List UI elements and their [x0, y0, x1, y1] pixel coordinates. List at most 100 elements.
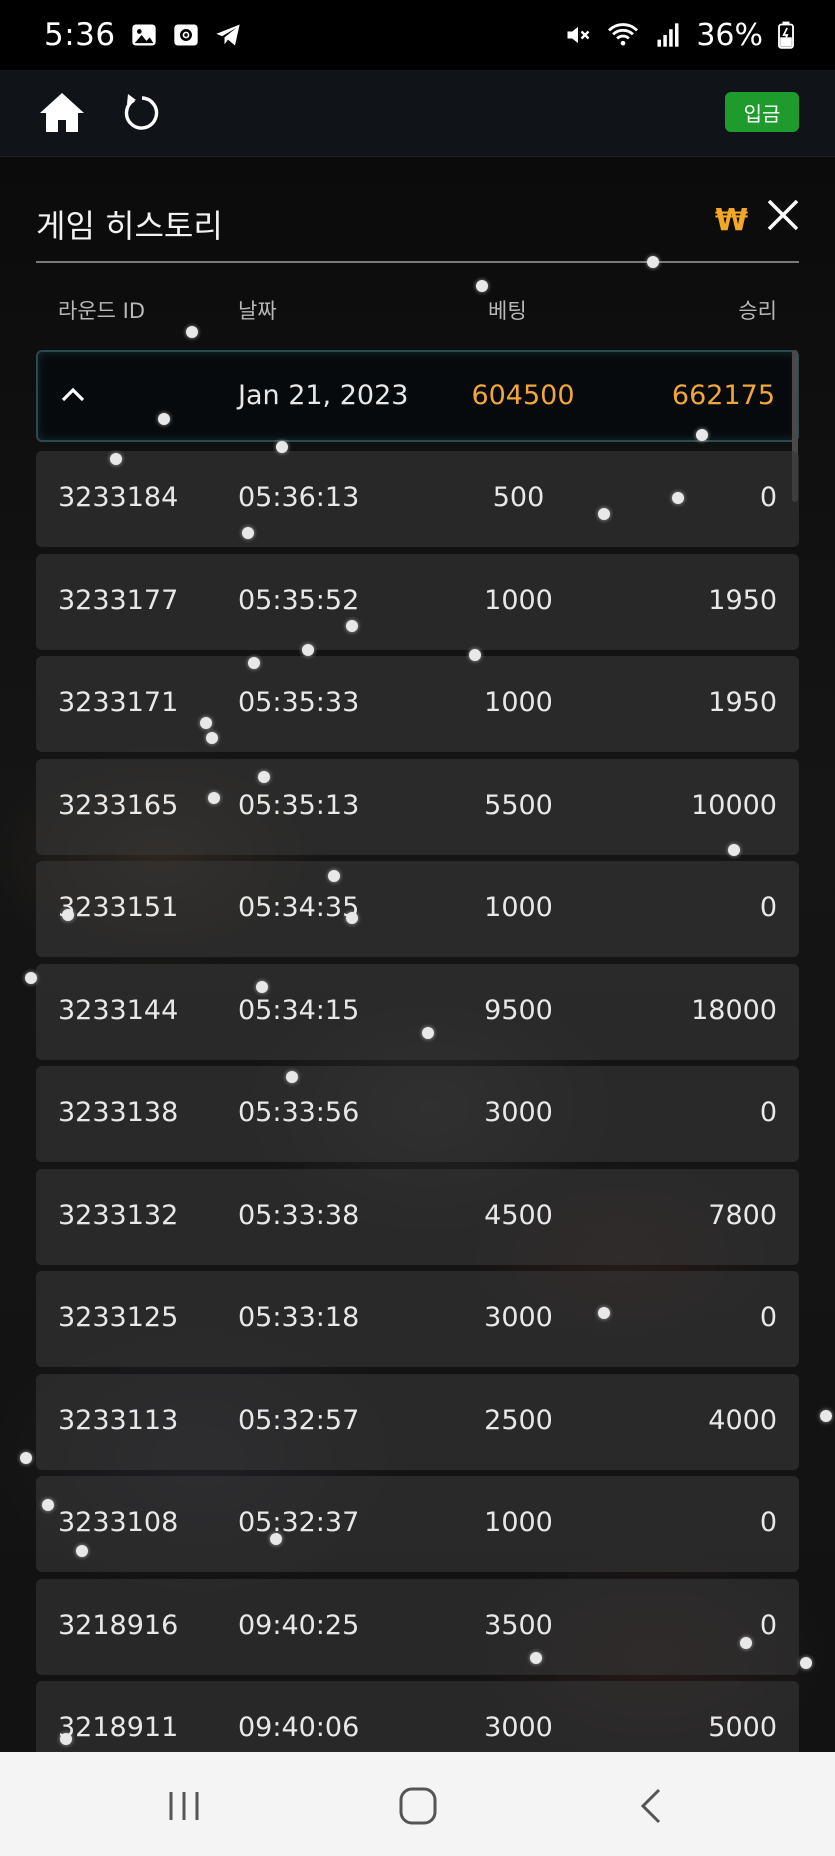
snow-particle [242, 527, 254, 539]
group-bet-total: 604500 [471, 380, 575, 411]
table-row[interactable]: 3233171 05:35:33 1000 1950 [36, 656, 799, 752]
round-bet: 1000 [484, 1507, 553, 1538]
back-icon[interactable] [630, 1784, 674, 1828]
round-id: 3218916 [58, 1609, 179, 1641]
round-bet: 2500 [484, 1404, 553, 1436]
round-time: 05:36:13 [238, 482, 360, 513]
round-id: 3233165 [58, 789, 179, 821]
round-bet: 5500 [484, 789, 553, 821]
snow-particle [672, 492, 684, 504]
snow-particle [728, 844, 740, 856]
snow-particle [110, 453, 122, 465]
table-row[interactable]: 3233151 05:34:35 1000 0 [36, 861, 799, 957]
signal-icon [657, 23, 679, 47]
header-bet: 베팅 [488, 299, 527, 323]
table-row[interactable]: 3233132 05:33:38 4500 7800 [36, 1168, 799, 1265]
recent-apps-icon[interactable] [162, 1784, 206, 1828]
round-time: 05:32:57 [238, 1404, 360, 1436]
snow-particle [302, 644, 314, 656]
round-time: 09:40:06 [238, 1712, 360, 1743]
snow-particle [800, 1657, 812, 1669]
round-bet: 1000 [484, 892, 553, 923]
table-row[interactable]: 3233125 05:33:18 3000 0 [36, 1271, 799, 1367]
round-id: 3233125 [58, 1302, 179, 1333]
snow-particle [256, 981, 268, 993]
close-icon[interactable] [765, 197, 801, 233]
snow-particle [530, 1652, 542, 1664]
telegram-icon [215, 24, 240, 46]
won-currency-icon[interactable]: ₩ [715, 203, 748, 238]
round-time: 05:33:18 [238, 1302, 360, 1333]
round-time: 05:33:56 [238, 1097, 360, 1128]
snow-particle [248, 657, 260, 669]
date-group-row[interactable]: Jan 21, 2023 604500 662175 [36, 350, 799, 442]
title-divider [36, 261, 799, 263]
round-time: 05:34:15 [238, 994, 360, 1026]
round-id: 3233138 [58, 1097, 179, 1128]
snow-particle [76, 1545, 88, 1557]
round-win: 1950 [708, 584, 777, 616]
snow-particle [286, 1071, 298, 1083]
round-id: 3233171 [58, 687, 179, 718]
snow-particle [186, 326, 198, 338]
table-row[interactable]: 3233138 05:33:56 3000 0 [36, 1066, 799, 1162]
round-time: 05:34:35 [238, 892, 360, 923]
snow-particle [598, 508, 610, 520]
table-row[interactable]: 3233177 05:35:52 1000 1950 [36, 553, 799, 650]
status-bar: 5:36 36% [0, 0, 835, 70]
snow-particle [476, 280, 488, 292]
round-win: 0 [759, 1609, 777, 1641]
round-bet: 3000 [484, 1712, 553, 1743]
round-bet: 500 [492, 482, 545, 513]
panel-title: 게임 히스토리 [36, 207, 223, 245]
table-row[interactable]: 3218916 09:40:25 3500 0 [36, 1578, 799, 1675]
round-id: 3233177 [58, 584, 179, 616]
round-win: 0 [759, 1302, 777, 1333]
wifi-icon [608, 23, 639, 46]
round-id: 3233113 [58, 1404, 179, 1436]
table-row[interactable]: 3233144 05:34:15 9500 18000 [36, 963, 799, 1060]
round-time: 05:33:38 [238, 1199, 360, 1231]
battery-level: 36% [696, 17, 763, 53]
home-circle-icon[interactable] [396, 1784, 440, 1828]
snow-particle [696, 429, 708, 441]
screen-record-icon [173, 24, 198, 46]
round-win: 4000 [708, 1404, 777, 1436]
round-time: 09:40:25 [238, 1609, 360, 1641]
round-win: 10000 [691, 789, 777, 821]
status-time: 5:36 [44, 17, 116, 53]
round-win: 0 [759, 1507, 777, 1538]
table-row[interactable]: 3233113 05:32:57 2500 4000 [36, 1373, 799, 1470]
snow-particle [422, 1027, 434, 1039]
snow-particle [42, 1499, 54, 1511]
group-win-total: 662175 [671, 380, 775, 411]
round-id: 3233108 [58, 1507, 179, 1538]
round-bet: 3000 [484, 1097, 553, 1128]
snow-particle [258, 771, 270, 783]
history-rows: 3233184 05:36:13 500 0 3233177 05:35:52 1000 1… [36, 451, 799, 1752]
home-icon[interactable] [38, 90, 86, 134]
round-bet: 3500 [484, 1609, 553, 1641]
snow-particle [598, 1307, 610, 1319]
snow-particle [820, 1410, 832, 1422]
round-bet: 1000 [484, 687, 553, 718]
table-row[interactable]: 3233108 05:32:37 1000 0 [36, 1476, 799, 1572]
refresh-icon[interactable] [120, 90, 164, 134]
round-win: 0 [759, 482, 777, 513]
chevron-up-icon[interactable] [58, 380, 88, 410]
gallery-icon [131, 24, 156, 46]
round-time: 05:32:37 [238, 1507, 360, 1538]
table-row[interactable]: 3218911 09:40:06 3000 5000 [36, 1681, 799, 1752]
table-row[interactable]: 3233165 05:35:13 5500 10000 [36, 758, 799, 855]
round-win: 0 [759, 892, 777, 923]
header-round-id: 라운드 ID [58, 299, 145, 323]
snow-particle [158, 413, 170, 425]
round-win: 18000 [691, 994, 777, 1026]
round-win: 1950 [708, 687, 777, 718]
table-row[interactable]: 3233184 05:36:13 500 0 [36, 451, 799, 547]
game-history-panel: 게임 히스토리 ₩ 라운드 ID 날짜 베팅 승리 Jan 21, 2023 6… [0, 157, 835, 1752]
battery-charging-icon [778, 21, 794, 49]
round-bet: 4500 [484, 1199, 553, 1231]
deposit-button[interactable]: 입금 [725, 92, 799, 132]
snow-particle [740, 1637, 752, 1649]
